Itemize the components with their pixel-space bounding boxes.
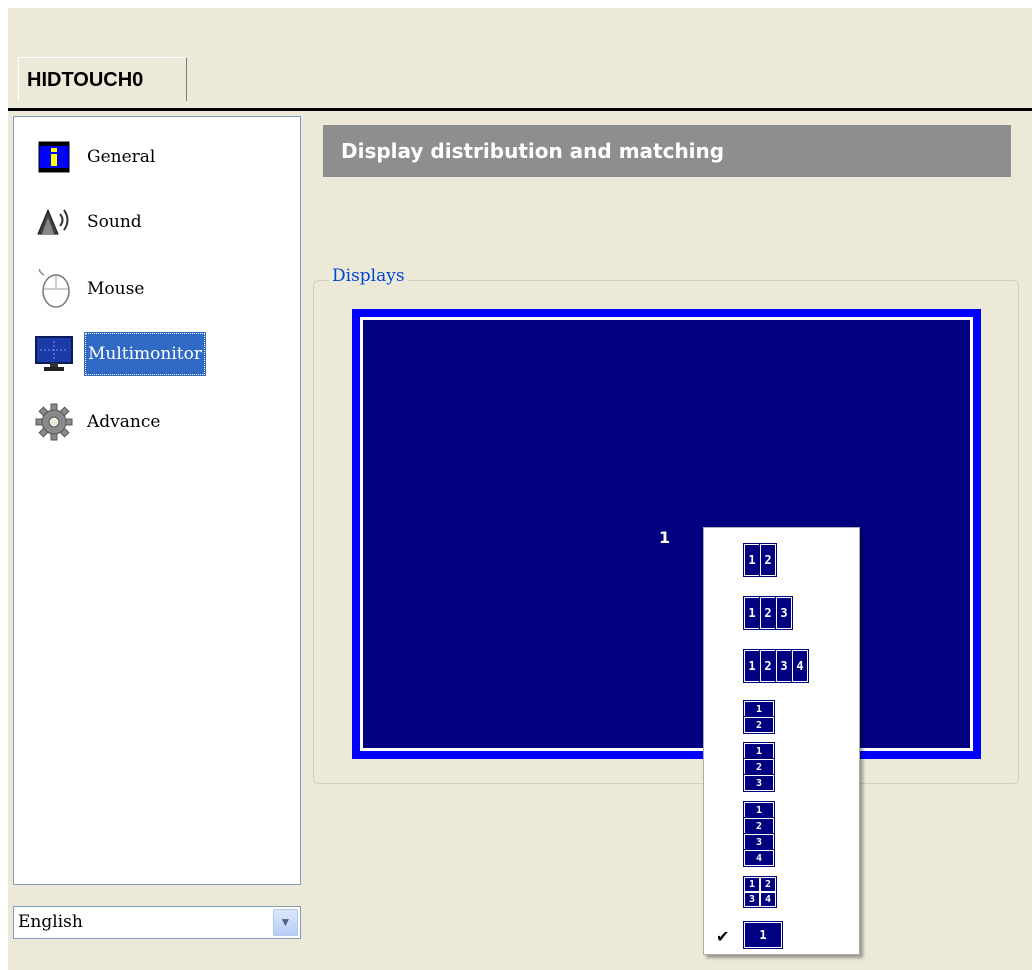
menu-item-layout-1x3[interactable]: 1 2 3 (743, 596, 793, 630)
menu-item-layout-1x4[interactable]: 1 2 3 4 (743, 649, 809, 683)
sidebar: General Sound Mouse Multimonitor Advance (13, 116, 301, 885)
menu-item-layout-2x2[interactable]: 1 2 3 4 (743, 876, 777, 908)
gear-icon (30, 402, 78, 442)
layout-cell: 3 (744, 892, 760, 907)
layout-cell: 2 (759, 543, 777, 577)
display-number: 1 (659, 528, 671, 547)
layout-cell: 4 (791, 649, 809, 683)
menu-item-layout-4x1[interactable]: 1 2 3 4 (743, 801, 775, 867)
layout-cell: 1 (743, 921, 783, 949)
layout-cell: 2 (759, 596, 777, 630)
sidebar-item-sound[interactable]: Sound (30, 202, 145, 242)
sidebar-item-general[interactable]: General (30, 137, 158, 177)
layout-cell: 1 (743, 649, 761, 683)
menu-item-layout-2x1[interactable]: 1 2 (743, 700, 775, 734)
display-preview[interactable]: 1 (352, 309, 981, 759)
layout-cell: 2 (743, 817, 775, 835)
layout-cell: 2 (743, 758, 775, 776)
layout-cell: 1 (743, 596, 761, 630)
layout-context-menu: 1 2 1 2 3 1 2 3 4 1 2 1 2 3 1 2 3 4 1 2 … (703, 527, 860, 955)
layout-cell: 3 (775, 649, 793, 683)
layout-cell: 3 (743, 833, 775, 851)
panel-title: Display distribution and matching (323, 125, 1011, 177)
info-icon (30, 137, 78, 177)
layout-cell: 3 (743, 774, 775, 792)
tab-divider (8, 108, 1032, 111)
check-icon: ✔ (716, 927, 730, 946)
layout-cell: 1 (743, 700, 775, 718)
sidebar-item-multimonitor[interactable]: Multimonitor (30, 332, 206, 376)
layout-cell: 3 (775, 596, 793, 630)
language-select[interactable]: English ▼ (13, 906, 301, 939)
layout-cell: 4 (743, 849, 775, 867)
layout-cell: 1 (744, 877, 760, 892)
sidebar-item-mouse[interactable]: Mouse (30, 269, 147, 309)
sidebar-item-label: Mouse (87, 279, 145, 299)
layout-cell: 2 (743, 716, 775, 734)
layout-cell: 4 (760, 892, 776, 907)
layout-cell: 1 (743, 742, 775, 760)
sidebar-item-label: General (87, 147, 156, 167)
sidebar-item-label: Sound (87, 212, 142, 232)
layout-cell: 2 (760, 877, 776, 892)
layout-cell: 1 (743, 543, 761, 577)
speaker-icon (30, 202, 78, 242)
layout-cell: 2 (759, 649, 777, 683)
sidebar-item-advance[interactable]: Advance (30, 402, 163, 442)
sidebar-item-label: Advance (87, 412, 161, 432)
menu-item-layout-single[interactable]: 1 (743, 921, 783, 949)
displays-group-title: Displays (329, 266, 408, 286)
menu-item-layout-3x1[interactable]: 1 2 3 (743, 742, 775, 792)
sidebar-item-label: Multimonitor (84, 332, 206, 376)
layout-cell: 1 (743, 801, 775, 819)
mouse-icon (30, 269, 78, 309)
device-tab[interactable]: HIDTOUCH0 (18, 57, 187, 101)
menu-item-layout-1x2[interactable]: 1 2 (743, 543, 777, 577)
language-value: English (18, 912, 83, 932)
display-screen-1[interactable]: 1 (360, 317, 973, 751)
chevron-down-icon[interactable]: ▼ (273, 909, 298, 936)
monitor-icon (30, 334, 78, 374)
